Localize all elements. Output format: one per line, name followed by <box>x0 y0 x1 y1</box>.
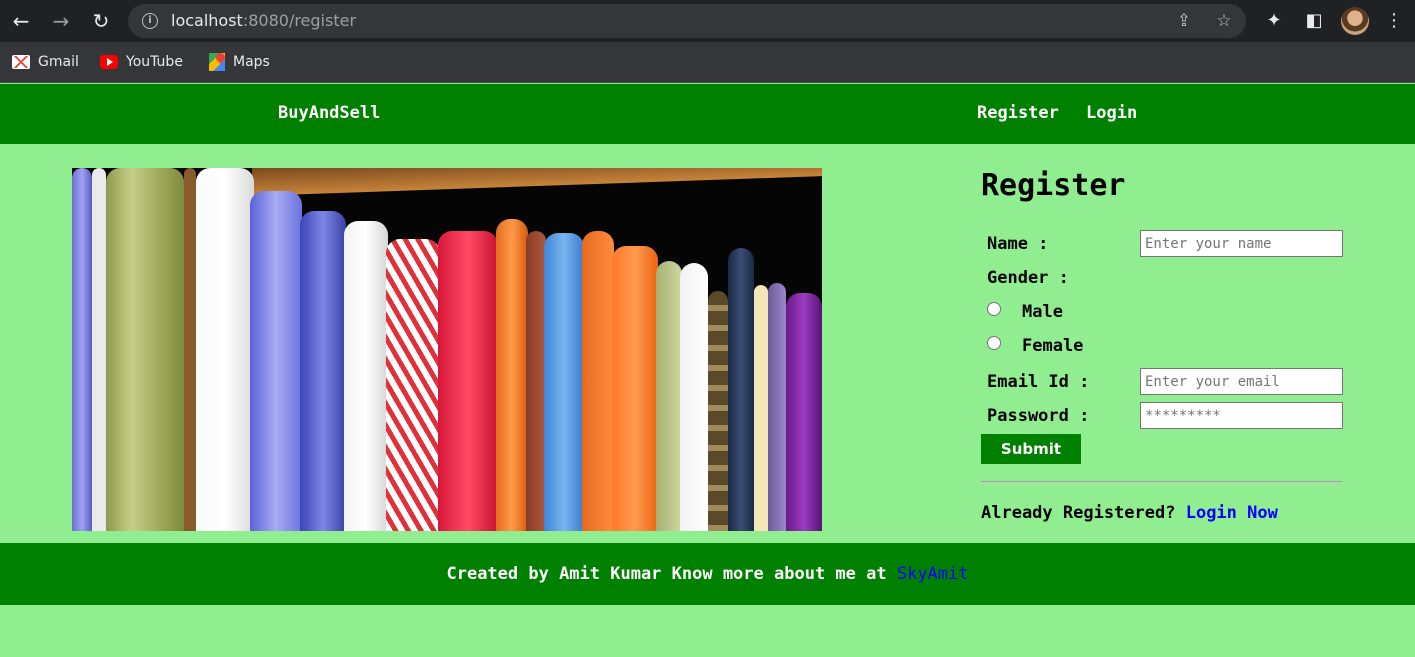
gender-male-label: Male <box>1022 302 1063 322</box>
share-icon[interactable]: ⇪ <box>1173 10 1195 32</box>
forward-icon[interactable]: → <box>48 8 74 34</box>
extensions-icon[interactable]: ✦ <box>1262 9 1286 33</box>
already-registered-text: Already Registered? Login Now <box>981 503 1278 523</box>
bookmark-label: YouTube <box>126 54 183 70</box>
maps-icon <box>209 53 225 71</box>
bookmark-gmail[interactable]: Gmail <box>12 52 79 72</box>
youtube-icon <box>100 55 118 69</box>
url-text[interactable]: localhost:8080/register <box>171 11 356 30</box>
password-label: Password : <box>987 406 1090 426</box>
footer-text: Created by Amit Kumar Know more about me… <box>0 564 1415 584</box>
bookmark-star-icon[interactable]: ☆ <box>1213 10 1235 32</box>
email-label: Email Id : <box>987 372 1090 392</box>
name-input[interactable] <box>1140 230 1343 257</box>
address-bar[interactable]: i localhost:8080/register ⇪ ☆ <box>128 4 1246 38</box>
menu-icon[interactable]: ⋮ <box>1382 9 1406 33</box>
profile-avatar[interactable] <box>1341 7 1369 35</box>
gender-male-radio[interactable] <box>987 302 1001 316</box>
nav-login-link[interactable]: Login <box>1086 103 1137 123</box>
hero-books-image <box>72 168 822 531</box>
bookmark-maps[interactable]: Maps <box>209 52 270 72</box>
gender-label: Gender : <box>987 268 1069 288</box>
footer-credit: Created by Amit Kumar Know more about me… <box>446 564 887 584</box>
name-label: Name : <box>987 234 1049 254</box>
submit-button[interactable]: Submit <box>981 434 1081 464</box>
nav-register-link[interactable]: Register <box>977 103 1059 123</box>
back-icon[interactable]: ← <box>8 8 34 34</box>
site-info-icon[interactable]: i <box>142 13 158 29</box>
site-footer: Created by Amit Kumar Know more about me… <box>0 543 1415 605</box>
shelf-graphic <box>252 168 822 196</box>
browser-toolbar: ← → ↻ i localhost:8080/register ⇪ ☆ ✦ ◧ … <box>0 0 1415 42</box>
gender-female-label: Female <box>1022 336 1084 356</box>
form-divider <box>981 481 1342 483</box>
login-now-link[interactable]: Login Now <box>1186 503 1278 523</box>
email-input[interactable] <box>1140 368 1343 395</box>
password-input[interactable] <box>1140 402 1343 429</box>
site-header: BuyAndSell Register Login <box>0 84 1415 144</box>
bookmark-label: Gmail <box>38 54 79 70</box>
side-panel-icon[interactable]: ◧ <box>1302 9 1326 33</box>
brand-link[interactable]: BuyAndSell <box>278 103 380 123</box>
register-heading: Register <box>981 168 1126 203</box>
reload-icon[interactable]: ↻ <box>88 8 114 34</box>
already-registered-label: Already Registered? <box>981 503 1176 523</box>
bookmark-label: Maps <box>233 54 270 70</box>
gender-female-radio[interactable] <box>987 336 1001 350</box>
skyamit-link[interactable]: SkyAmit <box>897 564 969 584</box>
bookmark-youtube[interactable]: YouTube <box>100 52 183 72</box>
gmail-icon <box>12 55 30 69</box>
